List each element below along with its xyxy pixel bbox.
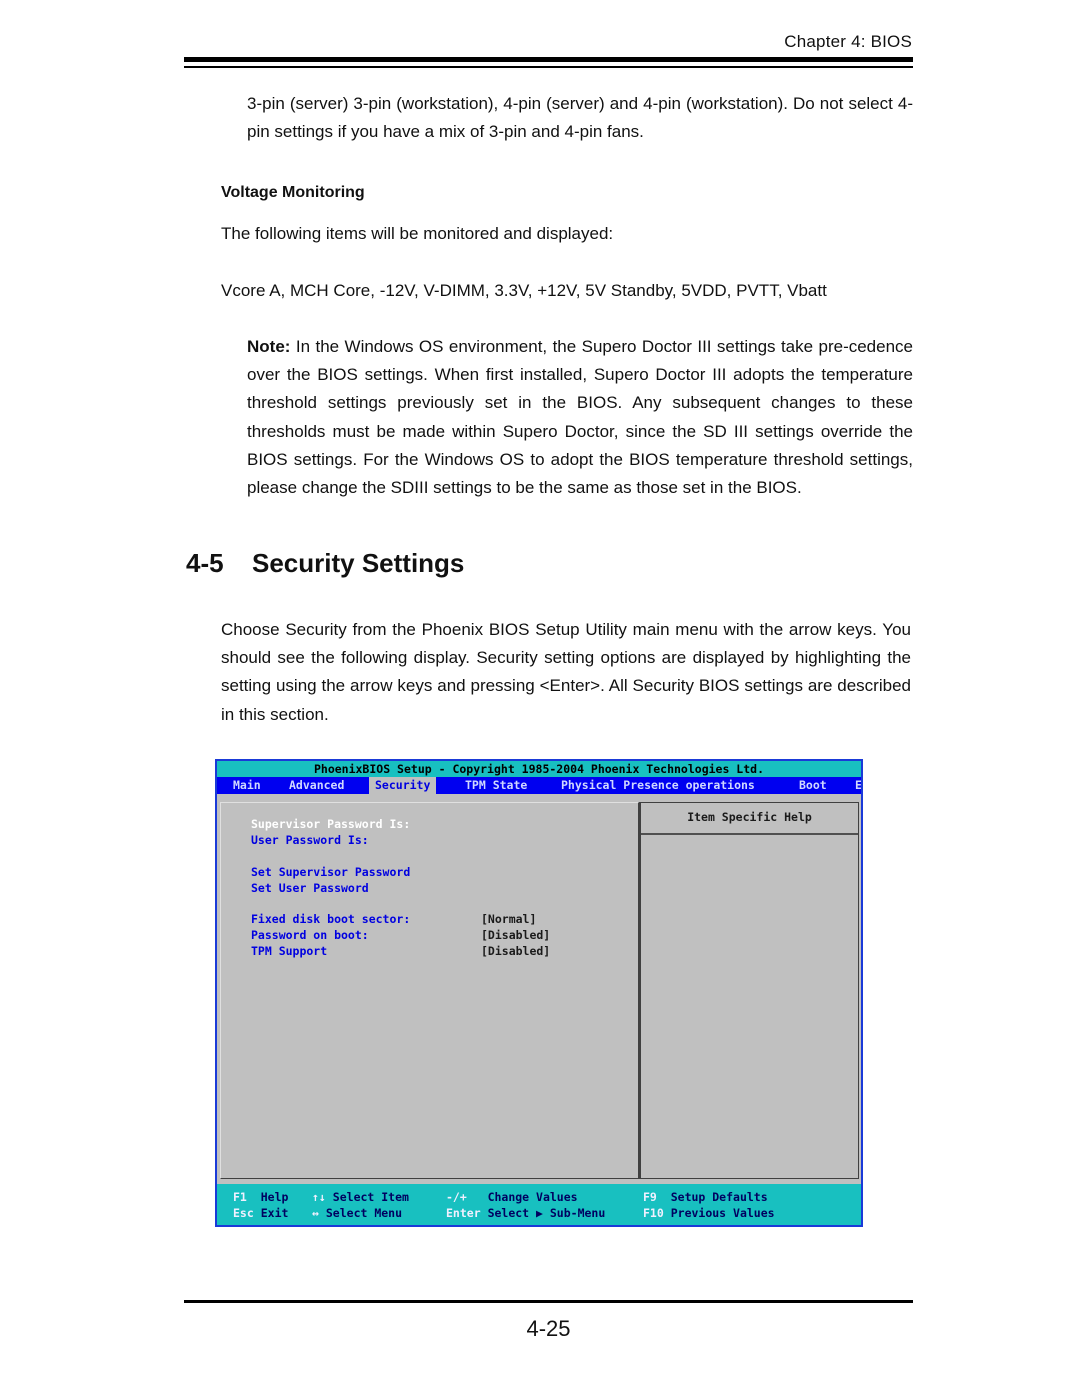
set-user-password[interactable]: Set User Password	[251, 881, 369, 895]
set-supervisor-password[interactable]: Set Supervisor Password	[251, 865, 410, 879]
up-down-arrows-icon: ↑↓	[312, 1190, 326, 1204]
footer-rule	[184, 1300, 913, 1303]
key-label: F9	[643, 1190, 657, 1204]
item-specific-help-panel: Item Specific Help	[639, 802, 859, 1179]
fixed-disk-boot-sector[interactable]: Fixed disk boot sector:	[251, 912, 410, 926]
key-label: -/+	[446, 1190, 467, 1204]
fan-paragraph: 3-pin (server) 3-pin (workstation), 4-pi…	[247, 90, 913, 146]
key-leftright-select-menu: ↔ Select Menu	[312, 1206, 402, 1220]
key-desc: Change Values	[487, 1190, 578, 1204]
chapter-header: Chapter 4: BIOS	[784, 32, 912, 51]
user-password-status[interactable]: User Password Is:	[251, 833, 369, 847]
bios-menu-exit[interactable]: E	[849, 777, 861, 794]
bios-menu-tpm-state[interactable]: TPM State	[459, 777, 533, 794]
fan-paragraph-text: 3-pin (server) 3-pin (workstation), 4-pi…	[247, 94, 913, 142]
key-desc: Select Menu	[325, 1206, 403, 1220]
tpm-support-value[interactable]: [Disabled]	[481, 944, 550, 958]
bios-screen: PhoenixBIOS Setup - Copyright 1985-2004 …	[215, 759, 863, 1227]
header-rule-thick	[184, 57, 913, 62]
left-right-arrow-icon: ↔	[312, 1206, 319, 1220]
bios-title-bar: PhoenixBIOS Setup - Copyright 1985-2004 …	[217, 761, 861, 777]
bios-menu-physical-presence[interactable]: Physical Presence operations	[555, 777, 761, 794]
key-f1-help: F1 Help	[233, 1190, 288, 1204]
page-number: 4-25	[526, 1316, 571, 1341]
item-specific-help-title: Item Specific Help	[641, 803, 858, 835]
key-label: F10	[643, 1206, 664, 1220]
bios-menu-main[interactable]: Main	[227, 777, 267, 794]
section-title: 4-5 Security Settings	[186, 548, 464, 579]
key-f10-previous-values: F10 Previous Values	[643, 1206, 775, 1220]
key-esc-exit: Esc Exit	[233, 1206, 288, 1220]
note-text: In the Windows OS environment, the Super…	[247, 337, 913, 498]
bios-menu-boot[interactable]: Boot	[793, 777, 833, 794]
voltage-heading: Voltage Monitoring	[221, 184, 365, 201]
section-number: 4-5	[186, 548, 224, 578]
section-title-text: Security Settings	[252, 548, 465, 578]
tpm-support[interactable]: TPM Support	[251, 944, 327, 958]
key-updown-select-item: ↑↓ Select Item	[312, 1190, 409, 1204]
key-desc: Setup Defaults	[670, 1190, 768, 1204]
password-on-boot-value[interactable]: [Disabled]	[481, 928, 550, 942]
password-on-boot[interactable]: Password on boot:	[251, 928, 369, 942]
key-desc: Select Item	[332, 1190, 409, 1204]
key-desc: Help	[260, 1190, 289, 1204]
key-f9-setup-defaults: F9 Setup Defaults	[643, 1190, 768, 1204]
key-enter-submenu: Enter Select ▶ Sub-Menu	[446, 1206, 605, 1220]
fixed-disk-boot-sector-value[interactable]: [Normal]	[481, 912, 536, 926]
bios-settings-panel: Supervisor Password Is: User Password Is…	[220, 802, 639, 1179]
key-desc: Previous Values	[670, 1206, 775, 1220]
note-paragraph: Note: In the Windows OS environment, the…	[247, 333, 913, 502]
voltage-items: Vcore A, MCH Core, -12V, V-DIMM, 3.3V, +…	[221, 281, 827, 300]
key-desc: Exit	[260, 1206, 289, 1220]
key-change-values: -/+ Change Values	[446, 1190, 578, 1204]
bios-menu-advanced[interactable]: Advanced	[283, 777, 350, 794]
key-label: Esc	[233, 1206, 254, 1220]
bios-body: Supervisor Password Is: User Password Is…	[217, 794, 861, 1184]
bios-menu-bar: Main Advanced Security TPM State Physica…	[217, 777, 861, 794]
bios-key-legend: F1 Help ↑↓ Select Item -/+ Change Values…	[217, 1184, 861, 1225]
header-rule-thin	[184, 66, 913, 68]
key-desc: Select ▶ Sub-Menu	[487, 1206, 606, 1220]
section-intro: Choose Security from the Phoenix BIOS Se…	[221, 620, 911, 724]
bios-menu-security[interactable]: Security	[369, 777, 437, 794]
key-label: Enter	[446, 1206, 481, 1220]
supervisor-password-status[interactable]: Supervisor Password Is:	[251, 817, 410, 831]
key-label: F1	[233, 1190, 247, 1204]
note-label: Note:	[247, 337, 291, 356]
voltage-intro: The following items will be monitored an…	[221, 224, 614, 243]
